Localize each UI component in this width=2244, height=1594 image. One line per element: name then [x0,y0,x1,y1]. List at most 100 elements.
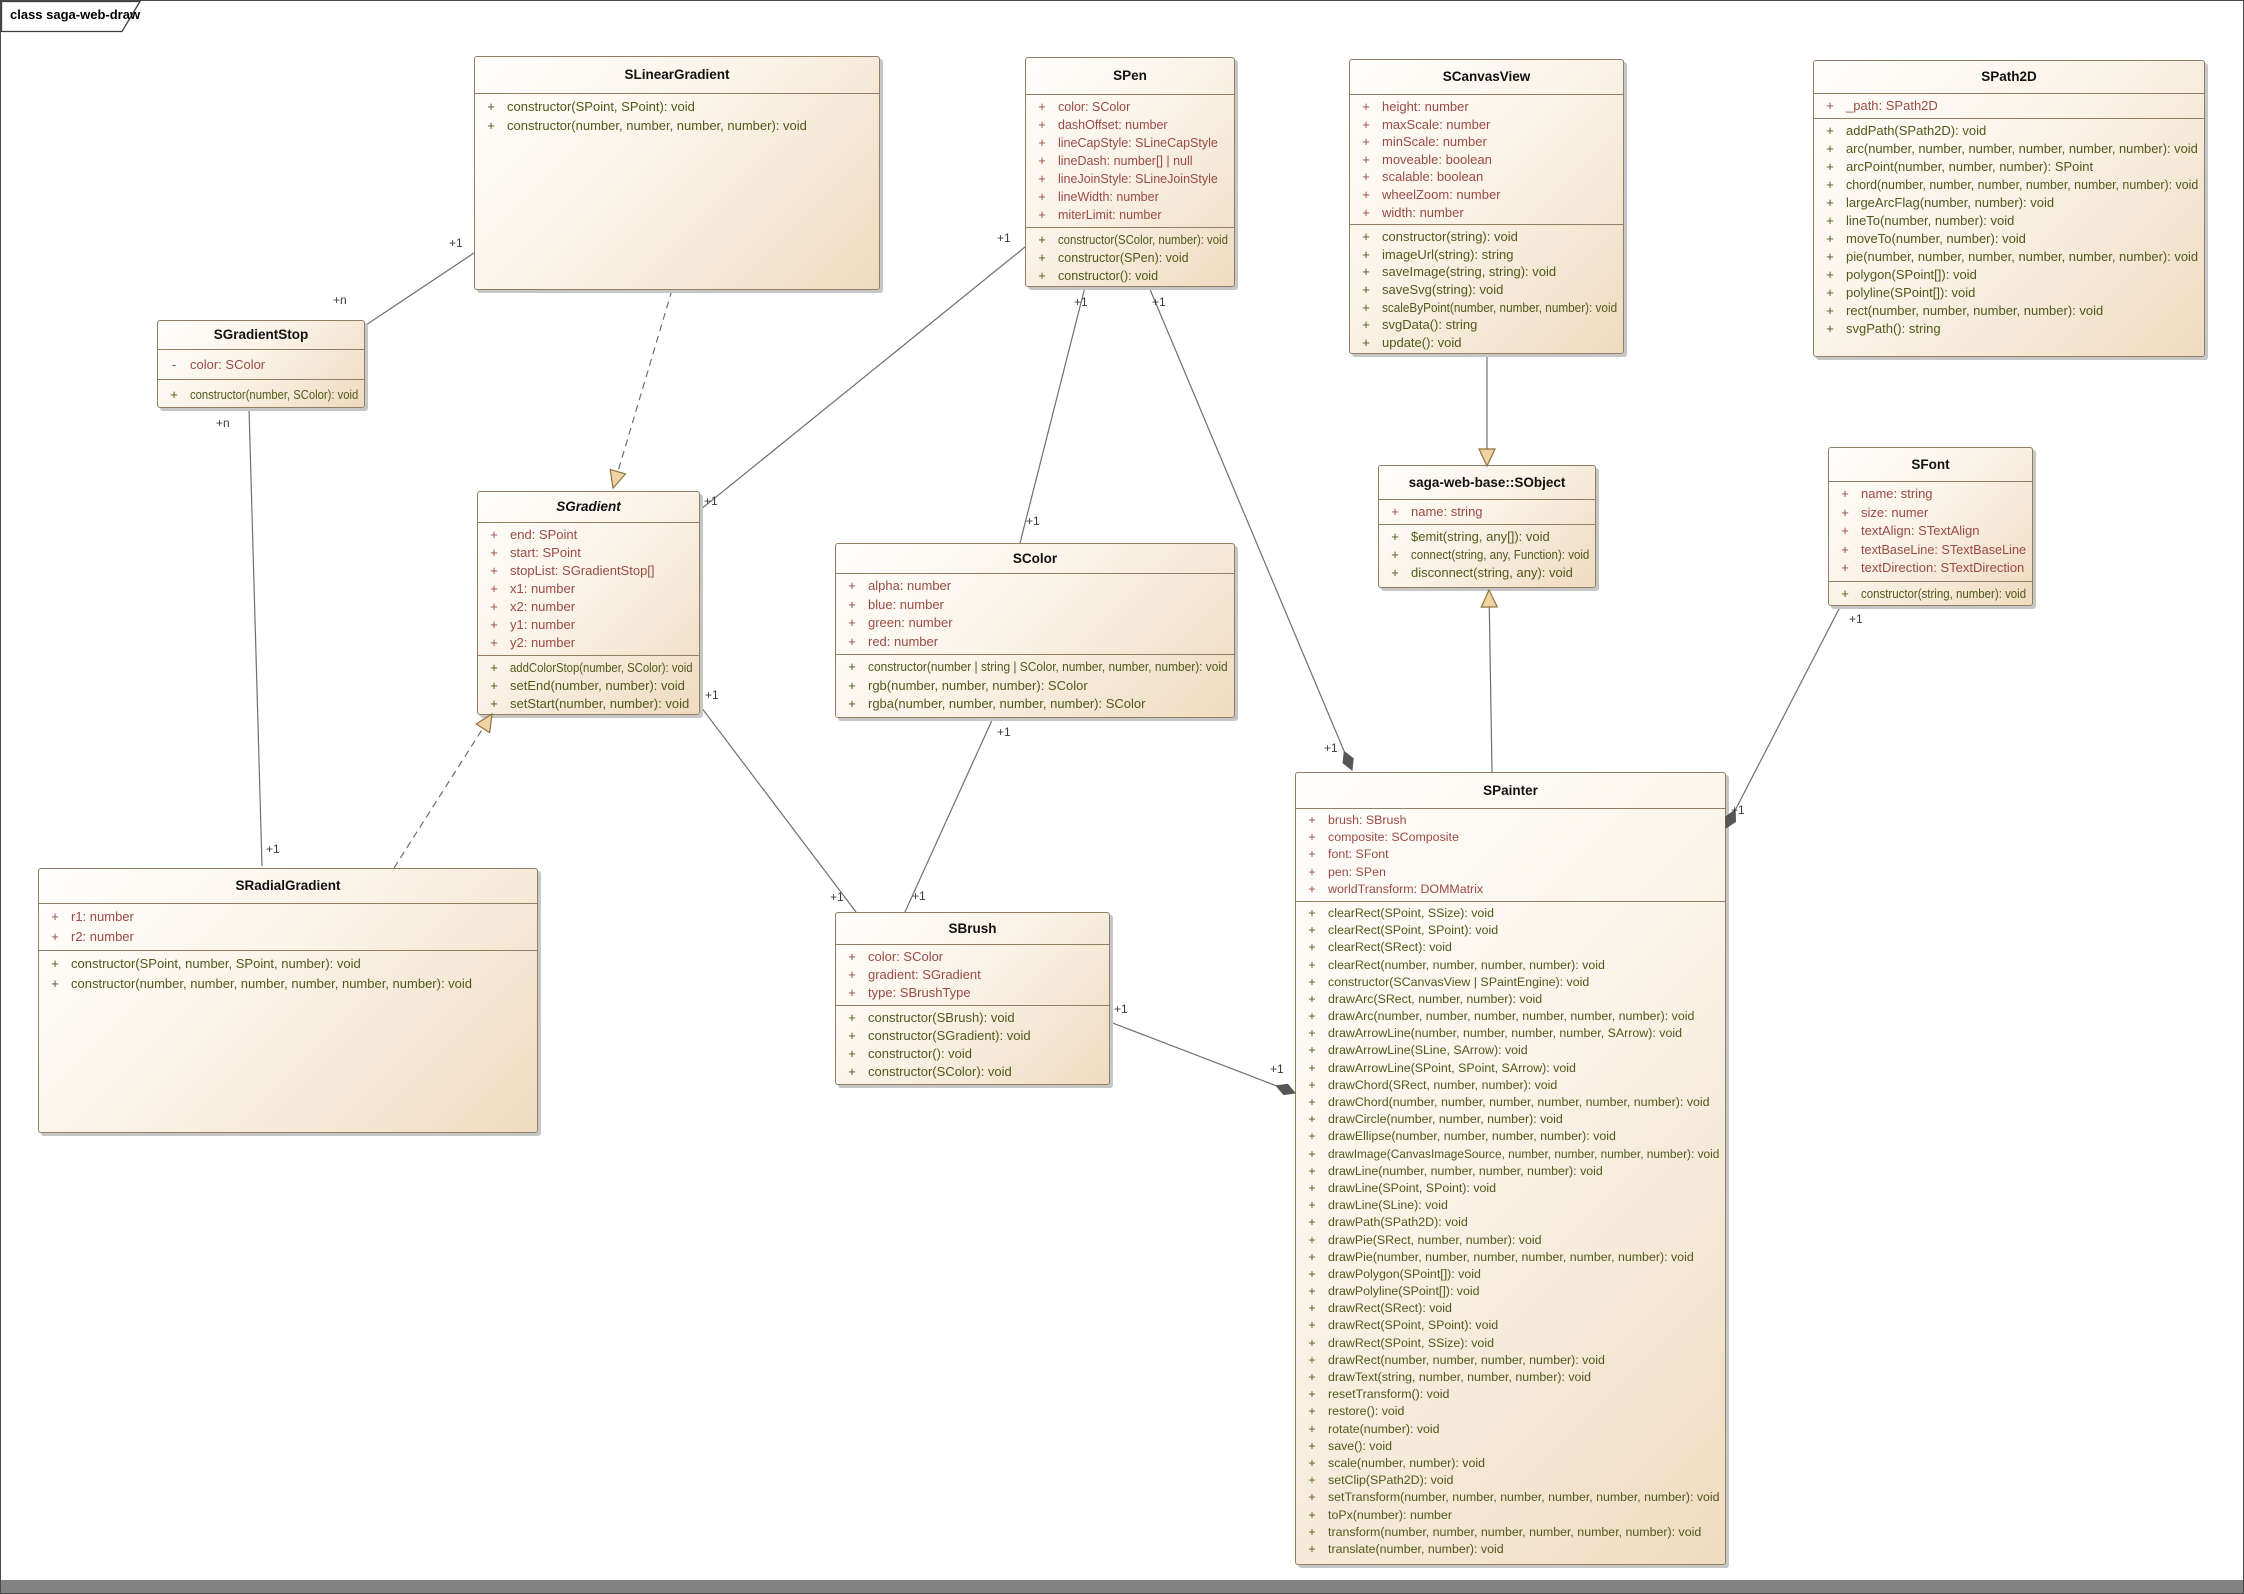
class-sradialgradient[interactable]: SRadialGradient +r1: number+r2: number +… [38,868,538,1133]
operation-row[interactable]: +polyline(SPoint[]): void [1814,284,2204,302]
attribute-row[interactable]: +stopList: SGradientStop[] [478,562,699,580]
operation-row[interactable]: +setTransform(number, number, number, nu… [1296,1489,1725,1506]
operation-row[interactable]: +drawEllipse(number, number, number, num… [1296,1128,1725,1145]
operation-row[interactable]: +setStart(number, number): void [478,695,699,713]
attribute-row[interactable]: +gradient: SGradient [836,966,1109,984]
attribute-row[interactable]: +lineDash: number[] | null [1026,152,1234,170]
attribute-row[interactable]: +start: SPoint [478,544,699,562]
operation-row[interactable]: +$emit(string, any[]): void [1379,528,1595,546]
operation-row[interactable]: +constructor(SCanvasView | SPaintEngine)… [1296,974,1725,991]
operation-row[interactable]: +arc(number, number, number, number, num… [1814,140,2204,158]
operation-row[interactable]: +drawArrowLine(SLine, SArrow): void [1296,1042,1725,1059]
attribute-row[interactable]: +brush: SBrush [1296,812,1725,829]
operation-row[interactable]: +connect(string, any, Function): void [1379,546,1595,564]
attribute-row[interactable]: +r1: number [39,907,537,927]
class-sfont[interactable]: SFont +name: string+size: numer+textAlig… [1828,447,2033,606]
operation-row[interactable]: +drawImage(CanvasImageSource, number, nu… [1296,1146,1725,1163]
operation-row[interactable]: +drawArrowLine(SPoint, SPoint, SArrow): … [1296,1060,1725,1077]
operation-row[interactable]: +chord(number, number, number, number, n… [1814,176,2204,194]
operation-row[interactable]: +setClip(SPath2D): void [1296,1472,1725,1489]
operation-row[interactable]: +save(): void [1296,1438,1725,1455]
operation-row[interactable]: +constructor(SPen): void [1026,249,1234,267]
operation-row[interactable]: +rgba(number, number, number, number): S… [836,695,1234,714]
operation-row[interactable]: +constructor(SColor): void [836,1063,1109,1081]
operation-row[interactable]: +drawRect(SPoint, SPoint): void [1296,1317,1725,1334]
attribute-row[interactable]: +size: numer [1829,504,2032,523]
operation-row[interactable]: +drawPolyline(SPoint[]): void [1296,1283,1725,1300]
attribute-row[interactable]: +alpha: number [836,577,1234,596]
class-spen[interactable]: SPen +color: SColor+dashOffset: number+l… [1025,57,1235,287]
edge-slineargradient-sgradient[interactable] [613,290,672,488]
operation-row[interactable]: +addPath(SPath2D): void [1814,122,2204,140]
operation-row[interactable]: +largeArcFlag(number, number): void [1814,194,2204,212]
attribute-row[interactable]: +textBaseLine: STextBaseLine [1829,541,2032,560]
operation-row[interactable]: +resetTransform(): void [1296,1386,1725,1403]
attribute-row[interactable]: +blue: number [836,596,1234,615]
operation-row[interactable]: +constructor(SPoint, SPoint): void [475,97,879,116]
operation-row[interactable]: +constructor(number, number, number, num… [475,116,879,135]
attribute-row[interactable]: +name: string [1829,485,2032,504]
operation-row[interactable]: +transform(number, number, number, numbe… [1296,1524,1725,1541]
attribute-row[interactable]: -color: SColor [158,353,364,376]
operation-row[interactable]: +saveSvg(string): void [1350,281,1623,299]
attribute-row[interactable]: +textDirection: STextDirection [1829,559,2032,578]
operation-row[interactable]: +constructor(): void [1026,267,1234,285]
operation-row[interactable]: +translate(number, number): void [1296,1541,1725,1558]
edge-sgradient-sbrush[interactable] [698,703,856,912]
operation-row[interactable]: +clearRect(SPoint, SPoint): void [1296,922,1725,939]
operation-row[interactable]: +restore(): void [1296,1403,1725,1420]
attribute-row[interactable]: +worldTransform: DOMMatrix [1296,881,1725,898]
operation-row[interactable]: +drawRect(number, number, number, number… [1296,1352,1725,1369]
operation-row[interactable]: +constructor(SBrush): void [836,1009,1109,1027]
attribute-row[interactable]: +lineWidth: number [1026,188,1234,206]
edge-scolor-sbrush[interactable] [905,718,993,912]
operation-row[interactable]: +drawChord(number, number, number, numbe… [1296,1094,1725,1111]
operation-row[interactable]: +svgData(): string [1350,316,1623,334]
operation-row[interactable]: +drawPie(number, number, number, number,… [1296,1249,1725,1266]
operation-row[interactable]: +setEnd(number, number): void [478,677,699,695]
operation-row[interactable]: +drawCircle(number, number, number): voi… [1296,1111,1725,1128]
attribute-row[interactable]: +moveable: boolean [1350,151,1623,169]
operation-row[interactable]: +imageUrl(string): string [1350,246,1623,264]
operation-row[interactable]: +drawArrowLine(number, number, number, n… [1296,1025,1725,1042]
operation-row[interactable]: +moveTo(number, number): void [1814,230,2204,248]
operation-row[interactable]: +clearRect(number, number, number, numbe… [1296,957,1725,974]
attribute-row[interactable]: +_path: SPath2D [1814,97,2204,115]
attribute-row[interactable]: +minScale: number [1350,133,1623,151]
operation-row[interactable]: +clearRect(SRect): void [1296,939,1725,956]
operation-row[interactable]: +lineTo(number, number): void [1814,212,2204,230]
attribute-row[interactable]: +color: SColor [836,948,1109,966]
operation-row[interactable]: +constructor(): void [836,1045,1109,1063]
class-sgradientstop[interactable]: SGradientStop -color: SColor +constructo… [157,320,365,408]
operation-row[interactable]: +polygon(SPoint[]): void [1814,266,2204,284]
operation-row[interactable]: +constructor(number | string | SColor, n… [836,658,1234,677]
operation-row[interactable]: +constructor(SGradient): void [836,1027,1109,1045]
attribute-row[interactable]: +miterLimit: number [1026,206,1234,224]
operation-row[interactable]: +drawLine(SLine): void [1296,1197,1725,1214]
edge-sbrush-spainter[interactable] [1110,1022,1295,1093]
attribute-row[interactable]: +x2: number [478,598,699,616]
attribute-row[interactable]: +font: SFont [1296,846,1725,863]
attribute-row[interactable]: +name: string [1379,503,1595,521]
attribute-row[interactable]: +lineJoinStyle: SLineJoinStyle [1026,170,1234,188]
operation-row[interactable]: +rect(number, number, number, number): v… [1814,302,2204,320]
edge-spainter-sobject[interactable] [1489,590,1492,772]
operation-row[interactable]: +constructor(SColor, number): void [1026,231,1234,249]
attribute-row[interactable]: +green: number [836,614,1234,633]
attribute-row[interactable]: +dashOffset: number [1026,116,1234,134]
attribute-row[interactable]: +end: SPoint [478,526,699,544]
operation-row[interactable]: +rgb(number, number, number): SColor [836,677,1234,696]
operation-row[interactable]: +drawLine(SPoint, SPoint): void [1296,1180,1725,1197]
operation-row[interactable]: +drawLine(number, number, number, number… [1296,1163,1725,1180]
operation-row[interactable]: +arcPoint(number, number, number): SPoin… [1814,158,2204,176]
edge-sradialgradient-sgradient[interactable] [394,714,492,868]
operation-row[interactable]: +drawArc(number, number, number, number,… [1296,1008,1725,1025]
operation-row[interactable]: +clearRect(SPoint, SSize): void [1296,905,1725,922]
attribute-row[interactable]: +maxScale: number [1350,116,1623,134]
operation-row[interactable]: +saveImage(string, string): void [1350,263,1623,281]
operation-row[interactable]: +drawPie(SRect, number, number): void [1296,1232,1725,1249]
attribute-row[interactable]: +wheelZoom: number [1350,186,1623,204]
operation-row[interactable]: +disconnect(string, any): void [1379,564,1595,582]
operation-row[interactable]: +toPx(number): number [1296,1507,1725,1524]
class-saga-web-base-sobject[interactable]: saga-web-base::SObject +name: string +$e… [1378,465,1596,588]
